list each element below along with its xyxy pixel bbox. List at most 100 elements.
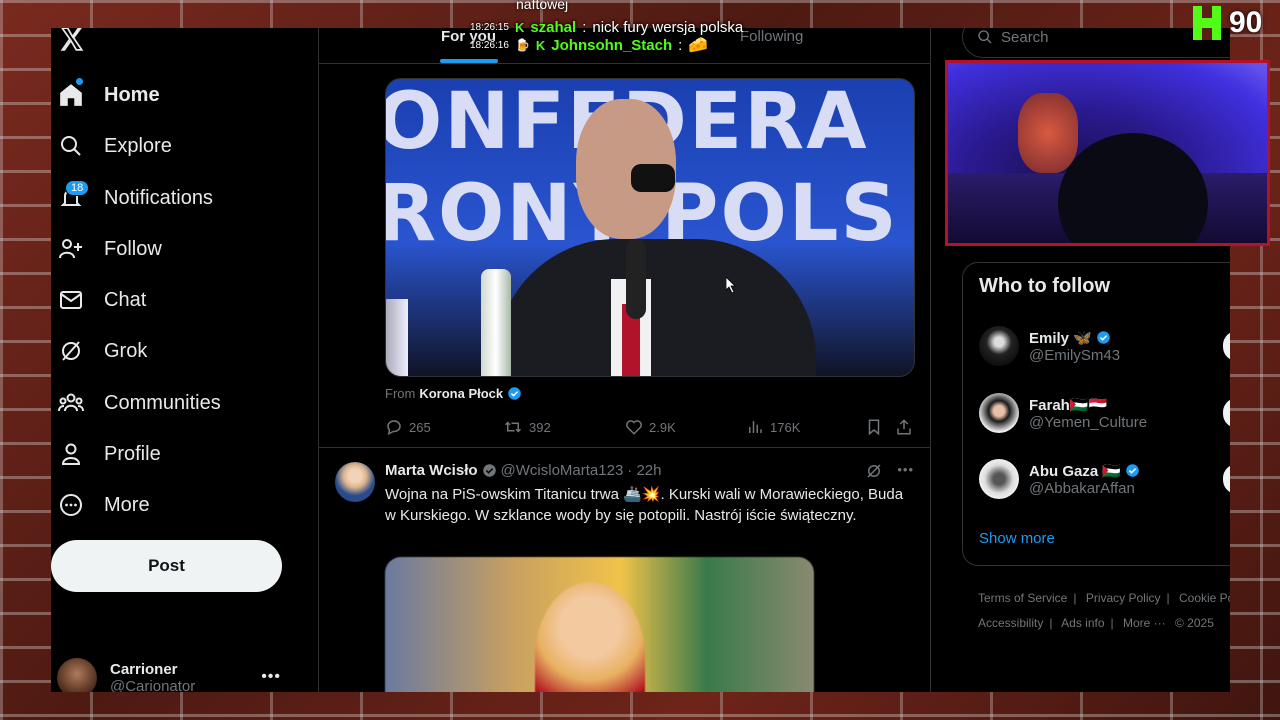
ads-info-link[interactable]: Ads info (1061, 616, 1104, 630)
eye-patch (631, 164, 675, 192)
accessibility-link[interactable]: Accessibility (978, 616, 1043, 630)
left-sidebar: Home Explore 18 Notifications Follow Cha… (51, 28, 318, 692)
chat-previous-message: naftowej (516, 0, 569, 12)
more-dots-icon[interactable]: ••• (261, 668, 281, 686)
chat-text: nick fury wersja polska (592, 18, 744, 36)
main-feed: For you Following ONFEDERA RONY POLS Fro… (318, 28, 931, 692)
sidebar-item-label: Grok (104, 339, 148, 362)
sidebar-item-label: Communities (104, 391, 221, 414)
terms-link[interactable]: Terms of Service (978, 591, 1067, 605)
from-prefix: From (385, 386, 416, 401)
webcam-streamer (1058, 133, 1208, 243)
sidebar-item-home[interactable]: Home (51, 73, 160, 117)
suggestion-handle: @Yemen_Culture (1029, 413, 1148, 431)
who-to-follow-panel: Who to follow Emily 🦋 @EmilySm43 Farah🇵🇸… (962, 262, 1230, 566)
mouse-cursor-icon (726, 277, 736, 293)
copyright: © 2025 (1175, 616, 1214, 630)
search-input[interactable]: Search (962, 28, 1230, 58)
tweet[interactable]: Marta Wcisło @WcisloMarta123 · 22h ••• W… (319, 448, 930, 692)
reply-count: 265 (409, 419, 431, 435)
author-handle[interactable]: @WcisloMarta123 (501, 462, 624, 479)
follow-suggestion[interactable]: Emily 🦋 @EmilySm43 (979, 325, 1230, 367)
tab-following[interactable]: Following (740, 28, 803, 45)
privacy-link[interactable]: Privacy Policy (1086, 591, 1161, 605)
source-account-link[interactable]: Korona Płock (419, 386, 503, 401)
avatar[interactable] (335, 462, 375, 502)
communities-icon (51, 391, 91, 415)
avatar (57, 658, 97, 692)
beer-badge-icon: 🍺 (514, 38, 530, 52)
sidebar-item-label: Home (104, 83, 160, 106)
suggestion-handle: @EmilySm43 (1029, 346, 1121, 364)
avatar (979, 459, 1019, 499)
suggestion-name: Abu Gaza 🇵🇸 (1029, 462, 1122, 480)
sidebar-item-follow[interactable]: Follow (51, 227, 162, 271)
active-tab-indicator (440, 59, 498, 63)
x-logo-icon[interactable] (59, 28, 85, 52)
sidebar-item-notifications[interactable]: 18 Notifications (51, 176, 213, 220)
sidebar-item-communities[interactable]: Communities (51, 381, 221, 425)
reply-button[interactable]: 265 (385, 418, 431, 436)
search-placeholder: Search (1001, 28, 1049, 46)
tweet-time[interactable]: · 22h (627, 462, 661, 479)
repost-count: 392 (529, 419, 551, 435)
author-name[interactable]: Marta Wcisło (385, 462, 478, 479)
more-link[interactable]: More ··· (1123, 616, 1166, 630)
bell-icon: 18 (51, 180, 91, 210)
footer-links: Terms of Service | Privacy Policy | Cookie… (978, 586, 1230, 636)
verified-badge-icon (508, 387, 521, 400)
sidebar-item-profile[interactable]: Profile (51, 432, 161, 476)
search-icon (51, 134, 91, 158)
like-button[interactable]: 2.9K (625, 418, 676, 436)
sidebar-item-grok[interactable]: Grok (51, 329, 147, 373)
more-dots-icon[interactable]: ••• (897, 462, 914, 480)
sidebar-item-label: Profile (104, 442, 161, 465)
cookie-link[interactable]: Cookie Po (1179, 591, 1230, 605)
chat-username: szahal (530, 18, 577, 36)
chat-message: 18:26:15 K szahal: nick fury wersja pols… (470, 18, 744, 36)
follow-suggestion[interactable]: Farah🇵🇸🇾🇪 @Yemen_Culture (979, 392, 1230, 434)
sidebar-item-chat[interactable]: Chat (51, 278, 146, 322)
suggestion-handle: @AbbakarAffan (1029, 479, 1135, 497)
sidebar-item-label: Notifications (104, 186, 213, 209)
webcam-overlay (945, 60, 1270, 246)
video-source: From Korona Płock (385, 386, 522, 401)
webcam-plush-toy (1018, 93, 1078, 173)
chat-timestamp: 18:26:15 (470, 21, 509, 33)
tweet-image-media[interactable] (385, 557, 814, 692)
sidebar-item-explore[interactable]: Explore (51, 124, 172, 168)
sidebar-item-label: Chat (104, 288, 147, 311)
speaker-figure (496, 239, 816, 376)
account-switcher[interactable]: Carrioner @Carionator ••• (57, 658, 297, 692)
verified-badge-icon (482, 464, 496, 477)
grok-icon[interactable] (865, 462, 883, 480)
person-icon (51, 442, 91, 466)
post-button[interactable]: Post (51, 540, 282, 592)
account-name: Carrioner (110, 661, 178, 678)
like-count: 2.9K (649, 419, 676, 435)
grok-icon (51, 339, 91, 363)
person-add-icon (51, 237, 91, 261)
show-more-link[interactable]: Show more (979, 530, 1055, 547)
heart-icon (626, 420, 642, 435)
viewer-count: 90 (1229, 6, 1263, 39)
mail-icon (51, 288, 91, 312)
notification-count-badge: 18 (65, 180, 90, 196)
sidebar-item-more[interactable]: More (51, 483, 150, 527)
panel-title: Who to follow (979, 275, 1111, 297)
tweet-video-media[interactable]: ONFEDERA RONY POLS (385, 78, 915, 377)
tweet-text: Wojna na PiS-owskim Titanicu trwa 🚢💥. Ku… (385, 486, 904, 524)
share-icon[interactable] (895, 418, 913, 436)
microphone (626, 239, 646, 319)
viewer-counter: 90 (1193, 6, 1262, 40)
kick-badge-icon: K (514, 19, 525, 35)
follow-suggestion[interactable]: Abu Gaza 🇵🇸 @AbbakarAffan (979, 458, 1230, 500)
chat-timestamp: 18:26:16 (470, 39, 509, 51)
repost-button[interactable]: 392 (503, 418, 551, 436)
sidebar-item-label: Explore (104, 134, 172, 157)
bookmark-icon[interactable] (865, 418, 883, 436)
suggestion-name: Farah🇵🇸🇾🇪 (1029, 396, 1108, 414)
views-button[interactable]: 176K (746, 418, 800, 436)
verified-badge-icon (1126, 464, 1139, 477)
kick-badge-icon: K (535, 37, 546, 53)
